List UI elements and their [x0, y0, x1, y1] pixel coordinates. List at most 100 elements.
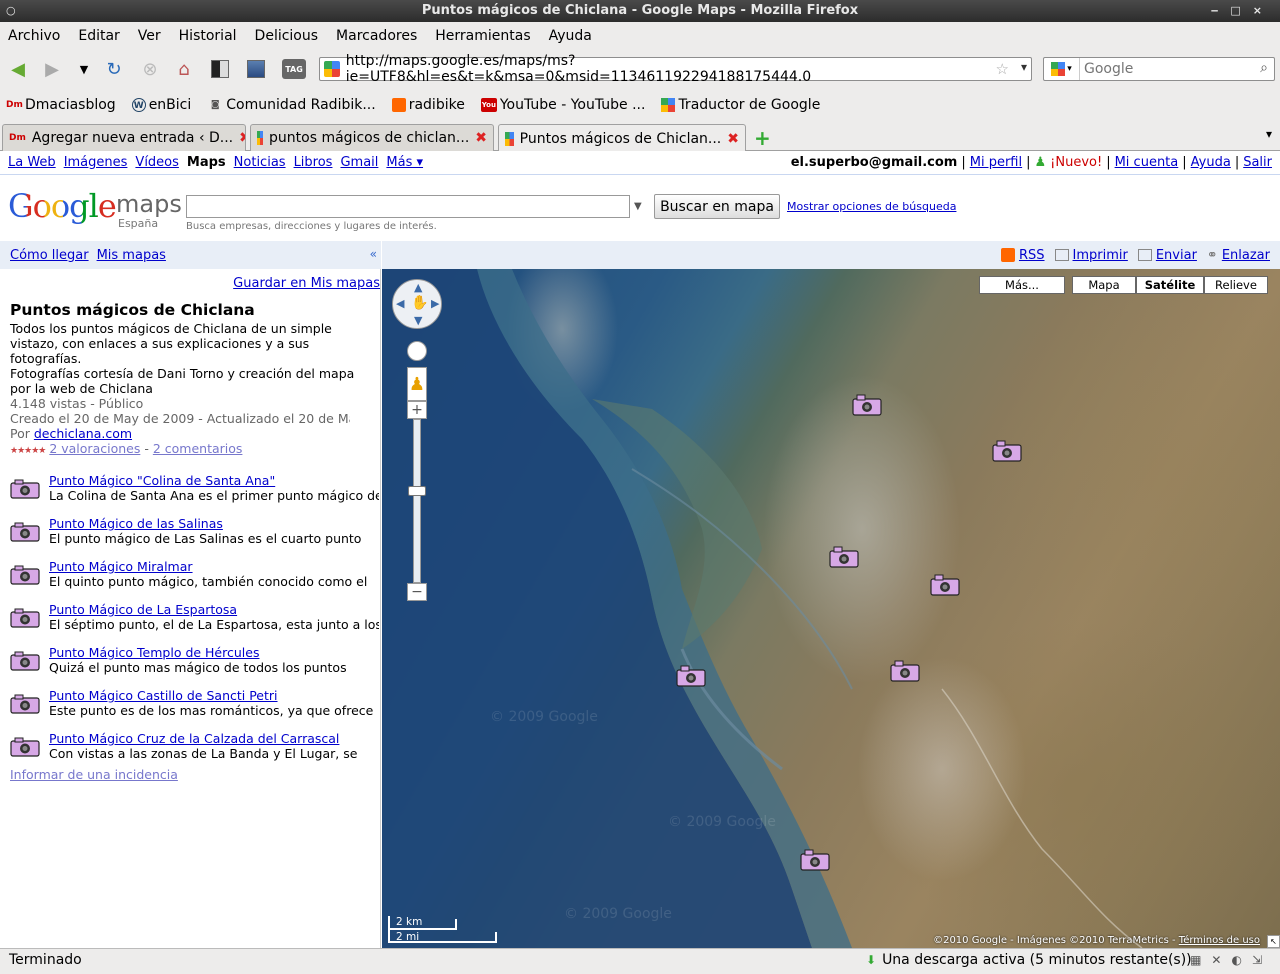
url-dropdown-icon[interactable]: ▾: [1021, 60, 1027, 74]
nuevo-link[interactable]: ¡Nuevo!: [1050, 155, 1102, 170]
camera-marker-icon[interactable]: [829, 546, 859, 568]
camera-marker-icon[interactable]: [930, 574, 960, 596]
send-link[interactable]: Enviar: [1137, 248, 1197, 263]
list-item[interactable]: Punto Mágico "Colina de Santa Ana" La Co…: [10, 473, 380, 516]
search-dropdown-icon[interactable]: ▼: [634, 201, 642, 212]
menu-archivo[interactable]: Archivo: [8, 28, 60, 44]
signout-link[interactable]: Salir: [1243, 155, 1272, 170]
gbar-imagenes[interactable]: Imágenes: [64, 155, 128, 170]
gbar-mas[interactable]: Más ▾: [386, 155, 423, 170]
overview-toggle-icon[interactable]: ↖: [1267, 935, 1280, 948]
mymaps-link[interactable]: Mis mapas: [97, 248, 166, 263]
close-tab-icon[interactable]: ✖: [727, 131, 739, 147]
camera-marker-icon[interactable]: [890, 660, 920, 682]
place-link[interactable]: Punto Mágico Miralmar: [49, 559, 193, 574]
back-icon[interactable]: ◀: [6, 57, 30, 81]
pan-left-icon[interactable]: ◀: [396, 297, 404, 310]
place-link[interactable]: Punto Mágico de La Espartosa: [49, 602, 237, 617]
profile-link[interactable]: Mi perfil: [970, 155, 1022, 170]
print-link[interactable]: Imprimir: [1054, 248, 1128, 263]
search-options-link[interactable]: Mostrar opciones de búsqueda: [787, 200, 956, 213]
zoom-in-button[interactable]: +: [407, 401, 427, 419]
map-type-more-button[interactable]: Más...: [979, 276, 1065, 294]
pan-up-icon[interactable]: ▲: [414, 281, 422, 294]
menu-historial[interactable]: Historial: [179, 28, 237, 44]
list-item[interactable]: Punto Mágico Templo de Hércules Quizá el…: [10, 645, 380, 688]
new-tab-icon[interactable]: +: [754, 126, 771, 150]
satellite-map[interactable]: © 2009 Google © 2009 Google © 2009 Googl…: [382, 269, 1280, 948]
tab-list-icon[interactable]: ▾: [1266, 127, 1272, 141]
tab-puntos-magicos-search[interactable]: puntos mágicos de chiclan... ✖: [250, 124, 494, 151]
search-icon[interactable]: ⌕: [1260, 60, 1268, 76]
bookmark-dmaciasblog[interactable]: Dm Dmaciasblog: [6, 97, 116, 113]
camera-marker-icon[interactable]: [800, 849, 830, 871]
status-addon-icons[interactable]: ▦✕◐⇲: [1190, 953, 1272, 967]
menu-herramientas[interactable]: Herramientas: [435, 28, 530, 44]
delicious-icon[interactable]: [208, 57, 232, 81]
directions-link[interactable]: Cómo llegar: [10, 248, 89, 263]
comments-link[interactable]: 2 comentarios: [153, 441, 243, 456]
rss-link[interactable]: RSS: [1000, 248, 1045, 263]
map-type-terrain-button[interactable]: Relieve: [1204, 276, 1268, 294]
help-link[interactable]: Ayuda: [1191, 155, 1231, 170]
menu-marcadores[interactable]: Marcadores: [336, 28, 417, 44]
pegman-icon[interactable]: ♟: [407, 367, 427, 401]
forward-icon[interactable]: ▶: [40, 57, 64, 81]
window-menu-icon[interactable]: ○: [6, 0, 16, 22]
save-to-mymaps-link[interactable]: Guardar en Mis mapas: [233, 276, 380, 291]
place-link[interactable]: Punto Mágico "Colina de Santa Ana": [49, 473, 275, 488]
pan-down-icon[interactable]: ▼: [414, 314, 422, 327]
send-label[interactable]: Enviar: [1156, 248, 1197, 263]
camera-marker-icon[interactable]: [852, 394, 882, 416]
list-item[interactable]: Punto Mágico Miralmar El quinto punto má…: [10, 559, 380, 602]
list-item[interactable]: Punto Mágico de las Salinas El punto mág…: [10, 516, 380, 559]
menu-editar[interactable]: Editar: [78, 28, 119, 44]
history-dropdown-icon[interactable]: ▼: [72, 57, 96, 81]
map-type-satellite-button[interactable]: Satélite: [1136, 276, 1204, 294]
link-label[interactable]: Enlazar: [1222, 248, 1270, 263]
home-icon[interactable]: ⌂: [172, 57, 196, 81]
bookmark-enbici[interactable]: WenBici: [131, 97, 191, 113]
download-status[interactable]: ⬇ Una descarga activa (5 minutos restant…: [866, 952, 1192, 968]
place-link[interactable]: Punto Mágico Castillo de Sancti Petri: [49, 688, 278, 703]
bookmark-youtube[interactable]: You YouTube - YouTube ...: [480, 97, 645, 113]
gbar-videos[interactable]: Vídeos: [135, 155, 178, 170]
camera-marker-icon[interactable]: [992, 440, 1022, 462]
pan-right-icon[interactable]: ▶: [431, 297, 439, 310]
terms-link[interactable]: Términos de uso: [1179, 935, 1260, 946]
zoom-slider-handle[interactable]: [408, 486, 426, 496]
browser-search-input[interactable]: [1084, 61, 1254, 77]
rss-label[interactable]: RSS: [1019, 248, 1045, 263]
bookmark-radibike[interactable]: rssradibike: [391, 97, 465, 113]
search-engine-icon[interactable]: ▾: [1044, 58, 1080, 80]
map-type-map-button[interactable]: Mapa: [1072, 276, 1136, 294]
place-link[interactable]: Punto Mágico Cruz de la Calzada del Carr…: [49, 731, 339, 746]
menu-delicious[interactable]: Delicious: [255, 28, 319, 44]
bookmark-comunidad-radibike[interactable]: ◙ Comunidad Radibik...: [207, 97, 376, 113]
browser-search-bar[interactable]: ▾ ⌕: [1043, 57, 1275, 81]
menu-ver[interactable]: Ver: [138, 28, 161, 44]
account-link[interactable]: Mi cuenta: [1115, 155, 1179, 170]
reload-icon[interactable]: ↻: [102, 57, 126, 81]
tab-puntos-magicos-maps[interactable]: Puntos mágicos de Chiclan... ✖: [498, 124, 746, 152]
close-tab-icon[interactable]: ✖: [475, 130, 487, 146]
url-bar[interactable]: http://maps.google.es/maps/ms?ie=UTF8&hl…: [319, 53, 1032, 85]
google-maps-logo[interactable]: Google maps España: [8, 187, 182, 235]
bookmark-traductor[interactable]: gTraductor de Google: [661, 97, 820, 113]
rotate-icon[interactable]: [407, 341, 427, 361]
author-link[interactable]: dechiclana.com: [34, 426, 132, 441]
list-item[interactable]: Punto Mágico de La Espartosa El séptimo …: [10, 602, 380, 645]
print-label[interactable]: Imprimir: [1073, 248, 1128, 263]
window-controls[interactable]: ‒□×: [1211, 0, 1274, 22]
tag-icon[interactable]: TAG: [282, 59, 306, 79]
place-link[interactable]: Punto Mágico de las Salinas: [49, 516, 223, 531]
gbar-web[interactable]: La Web: [8, 155, 56, 170]
bookmark-star-icon[interactable]: ☆: [996, 60, 1009, 78]
collapse-panel-icon[interactable]: «: [370, 247, 377, 261]
pan-control[interactable]: ▲ ▼ ◀ ▶ ✋: [392, 279, 442, 329]
gbar-noticias[interactable]: Noticias: [234, 155, 286, 170]
gbar-libros[interactable]: Libros: [294, 155, 333, 170]
report-issue-link[interactable]: Informar de una incidencia: [10, 767, 178, 782]
bookmark-sidebar-icon[interactable]: [244, 57, 268, 81]
link-link[interactable]: ⚭ Enlazar: [1207, 248, 1270, 263]
